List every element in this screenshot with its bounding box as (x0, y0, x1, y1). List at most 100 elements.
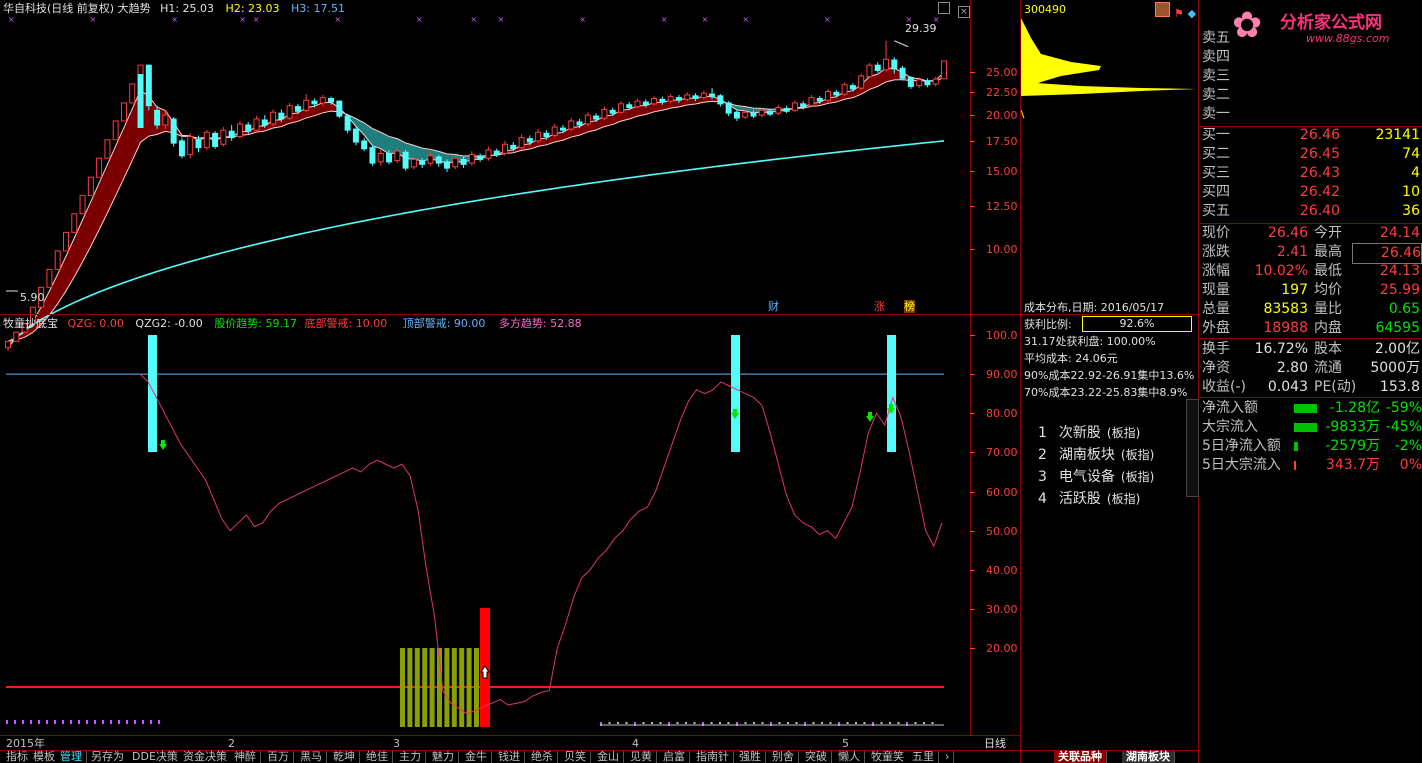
candle-body (319, 97, 326, 104)
baseline-mark (54, 720, 56, 724)
level-name: 买一 (1202, 127, 1230, 143)
baseline-mark (70, 720, 72, 724)
bottom-tab[interactable]: 启富 (659, 751, 690, 763)
fund-flow-row: 大宗流入 -9833万 -45% (1200, 418, 1422, 437)
level-name: 买三 (1202, 165, 1230, 181)
bottom-tab[interactable]: 懒人 (834, 751, 865, 763)
bottom-tab[interactable]: 强胜 (735, 751, 766, 763)
bottom-tab[interactable]: 管理 (56, 751, 87, 763)
bull-trend-value: 多方趋势: 52.88 (498, 317, 582, 330)
candle-body (684, 94, 691, 100)
sector-item[interactable]: 4 活跃股 (板指) (1038, 488, 1140, 508)
bottom-tab[interactable]: 神醉 (230, 751, 261, 763)
sector-item[interactable]: 3 电气设备 (板指) (1038, 466, 1154, 486)
sector-name: 活跃股 (1058, 491, 1101, 507)
bottom-tab[interactable]: 指南针 (692, 751, 734, 763)
close-icon[interactable]: × (957, 6, 970, 18)
panel-divider (0, 314, 1200, 315)
bottom-tab[interactable]: 主力 (395, 751, 426, 763)
book-icon[interactable] (1155, 2, 1170, 17)
bottom-tab[interactable]: 五里 (908, 751, 939, 763)
candle-body (170, 118, 177, 144)
bottom-tab[interactable]: 金牛 (461, 751, 492, 763)
bottom-tab[interactable]: 别舍 (768, 751, 799, 763)
candle-body (941, 60, 947, 80)
tabs-scroll-right-icon[interactable]: › (941, 751, 955, 763)
candle-body (195, 139, 202, 149)
hunan-sector-tab[interactable]: 湖南板块 (1122, 751, 1175, 763)
limit-up-badge[interactable]: 涨 (874, 300, 885, 313)
indicator-tick: 90.00 (986, 368, 1018, 382)
stat-label: 今开 (1314, 225, 1342, 241)
stat-value: 18988 (1263, 320, 1308, 336)
candle-body (435, 156, 442, 164)
cost-title: 成本分布,日期: 2016/05/17 (1024, 301, 1165, 314)
candle-body (352, 128, 359, 143)
level-price: 26.45 (1299, 146, 1340, 162)
baseline-mark (94, 720, 96, 724)
chip-distribution (1021, 18, 1197, 119)
stats-divider (1200, 338, 1422, 339)
bottom-tab[interactable]: 资金决策 (179, 751, 232, 763)
baseline-mark (86, 720, 88, 724)
finance-badge[interactable]: 财 (768, 300, 779, 313)
sector-item[interactable]: 1 次新股 (板指) (1038, 422, 1140, 442)
trend-line (139, 373, 943, 715)
period-label[interactable]: 日线 (984, 737, 1006, 750)
indicator-tick-mark (970, 452, 975, 454)
bottom-tab[interactable]: 乾坤 (329, 751, 360, 763)
sector-item[interactable]: 2 湖南板块 (板指) (1038, 444, 1154, 464)
sector-name: 次新股 (1058, 425, 1101, 441)
stat-value: 153.8 (1379, 379, 1420, 395)
level-price: 26.43 (1299, 165, 1340, 181)
scrollbar[interactable] (1186, 399, 1199, 497)
sector-num: 1 (1038, 425, 1047, 441)
bottom-tab[interactable]: 突破 (801, 751, 832, 763)
indicator-name[interactable]: 牧童抄底宝 (3, 317, 58, 330)
baseline-mark (22, 720, 24, 724)
bottom-tab[interactable]: 金山 (593, 751, 624, 763)
indicator-tick: 80.00 (986, 407, 1018, 421)
bottom-zone-bar (459, 648, 465, 727)
candle-body (386, 152, 393, 163)
candle-body (270, 111, 277, 125)
bottom-tab[interactable]: 黑马 (296, 751, 327, 763)
price-tick: 22.50 (986, 86, 1018, 100)
sell-level: 卖一 (1200, 105, 1422, 124)
baseline-mark (889, 722, 891, 724)
bottom-tab[interactable]: DDE决策 (128, 751, 183, 763)
minimize-icon[interactable] (938, 2, 950, 14)
h3-value: H3: 17.51 (291, 2, 345, 15)
bottom-tab[interactable]: 牧童笑 (867, 751, 909, 763)
baseline-mark (829, 722, 832, 724)
candle-body (104, 139, 111, 159)
stat-label: 换手 (1202, 341, 1230, 357)
baseline-mark (659, 722, 662, 724)
sector-tag: (板指) (1120, 448, 1155, 462)
candle-body (220, 129, 227, 145)
candle-body (535, 131, 542, 142)
signal-mark: × (239, 15, 246, 24)
bottom-tab[interactable]: 另存为 (87, 751, 129, 763)
candle-body (849, 85, 856, 90)
candle-body (212, 132, 219, 147)
stat-label: 均价 (1314, 282, 1342, 298)
related-tab[interactable]: 关联品种 (1054, 751, 1107, 763)
bottom-tab[interactable]: 魅力 (428, 751, 459, 763)
signal-mark: × (824, 15, 831, 24)
bottom-tab[interactable]: 绝杀 (527, 751, 558, 763)
cost-line-4: 70%成本23.22-25.83集中8.9% (1024, 386, 1188, 399)
bottom-tab[interactable]: 见黄 (626, 751, 657, 763)
flow-label: 净流入额 (1202, 400, 1258, 416)
indicator-tick: 70.00 (986, 446, 1018, 460)
level-name: 卖五 (1202, 30, 1230, 46)
stat-value: 64595 (1375, 320, 1420, 336)
bottom-tab[interactable]: 绝佳 (362, 751, 393, 763)
bottom-tab[interactable]: 百万 (263, 751, 294, 763)
bottom-tab[interactable]: 贝笑 (560, 751, 591, 763)
signal-mark: × (742, 15, 749, 24)
bottom-tab[interactable]: 钱进 (494, 751, 525, 763)
fundamental-row: 净资 2.80 流通 5000万 (1200, 359, 1422, 378)
baseline-mark (931, 722, 934, 724)
ranking-badge[interactable]: 榜 (904, 300, 915, 313)
